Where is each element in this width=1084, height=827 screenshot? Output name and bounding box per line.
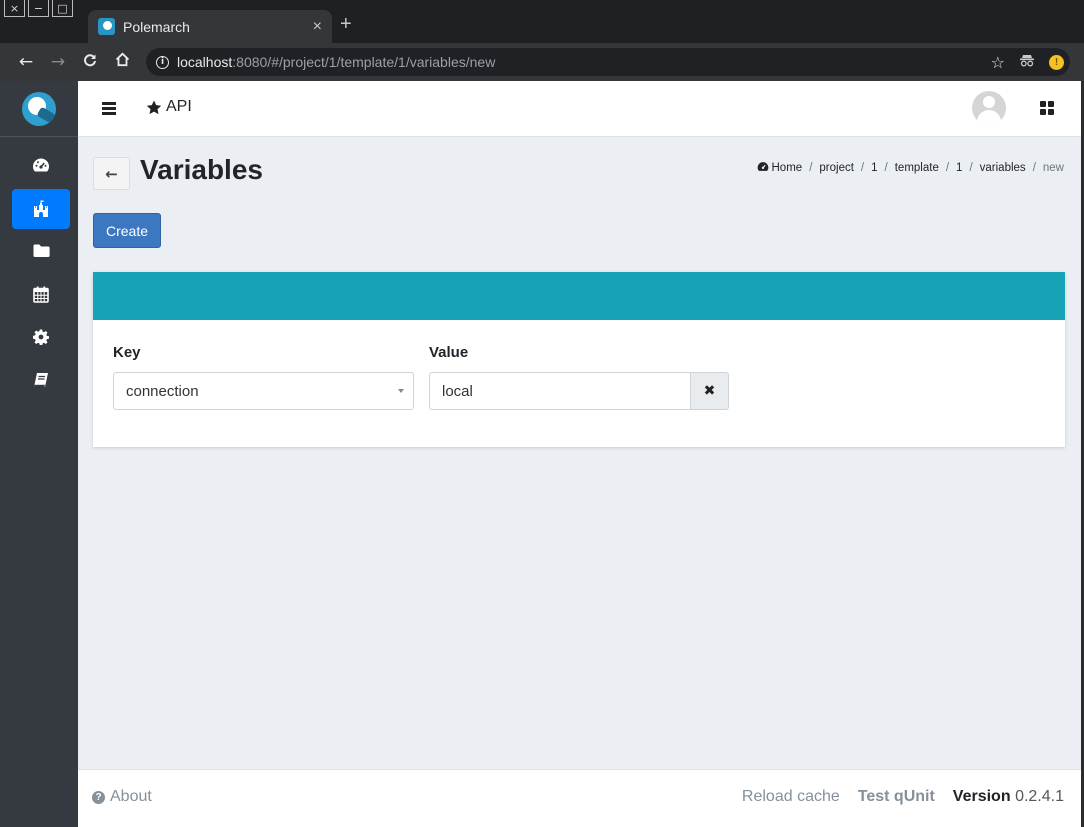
castle-icon — [34, 200, 48, 217]
tab-close-icon[interactable]: × — [313, 18, 322, 36]
apps-grid-icon[interactable] — [1040, 101, 1054, 115]
version-info: Version 0.2.4.1 — [953, 788, 1064, 806]
sidebar — [0, 81, 78, 827]
page-title: Variables — [140, 154, 263, 185]
window-maximize-button[interactable]: □ — [52, 0, 73, 17]
version-number: 0.2.4.1 — [1015, 788, 1064, 805]
reload-icon[interactable] — [74, 52, 106, 72]
main-content: ← Variables Home / project / 1 / templat… — [78, 137, 1084, 769]
app-container: API ← Variables Home / project / 1 / tem… — [0, 81, 1084, 827]
user-avatar[interactable] — [972, 91, 1006, 125]
sidebar-item-projects[interactable] — [12, 189, 70, 229]
card-header — [93, 272, 1065, 320]
gear-icon — [33, 329, 49, 345]
browser-titlebar: × − □ Polemarch × + — [0, 0, 1084, 43]
value-input-text: local — [442, 382, 473, 400]
back-arrow-icon[interactable]: ← — [10, 52, 42, 72]
book-icon — [34, 373, 48, 387]
forward-arrow-icon[interactable]: → — [42, 52, 74, 72]
menu-toggle-icon[interactable] — [102, 102, 116, 115]
extension-alert-icon[interactable]: ! — [1049, 54, 1064, 70]
browser-tab[interactable]: Polemarch × — [88, 10, 332, 43]
address-bar[interactable]: i localhost:8080/#/project/1/template/1/… — [146, 48, 1070, 76]
browser-toolbar: ← → i localhost:8080/#/project/1/templat… — [0, 43, 1084, 81]
breadcrumb-project[interactable]: project — [819, 162, 854, 174]
site-info-icon[interactable]: i — [156, 55, 169, 69]
polemarch-logo-icon — [22, 91, 56, 126]
dashboard-icon — [33, 158, 49, 172]
sidebar-item-settings[interactable] — [12, 317, 70, 357]
close-icon: ✖ — [703, 383, 716, 399]
breadcrumb-variables[interactable]: variables — [980, 162, 1026, 174]
create-button[interactable]: Create — [93, 213, 161, 248]
sidebar-item-docs[interactable] — [12, 360, 70, 400]
about-label: About — [110, 788, 152, 805]
top-navbar: API — [78, 81, 1084, 137]
tab-title: Polemarch — [123, 18, 190, 35]
footer: ? About Reload cache Test qUnit Version … — [78, 769, 1084, 827]
address-bar-actions: ☆ ! — [991, 48, 1064, 76]
key-label: Key — [113, 344, 141, 361]
sidebar-item-dashboard[interactable] — [12, 145, 70, 185]
home-icon[interactable] — [106, 52, 138, 72]
breadcrumb-home[interactable]: Home — [772, 162, 803, 174]
sidebar-item-calendar[interactable] — [12, 274, 70, 314]
folder-icon — [33, 244, 50, 257]
dashboard-small-icon — [757, 161, 769, 175]
test-qunit-link[interactable]: Test qUnit — [858, 788, 935, 806]
value-label: Value — [429, 344, 469, 361]
variable-form-card: Key connection Value local ✖ — [93, 272, 1065, 447]
brand[interactable] — [0, 81, 78, 137]
breadcrumb-template[interactable]: template — [895, 162, 939, 174]
screen: × − □ Polemarch × + ← → i localhost:8080… — [0, 0, 1084, 827]
window-controls: × − □ — [4, 0, 73, 18]
value-input[interactable]: local — [429, 372, 691, 410]
back-button[interactable]: ← — [93, 157, 130, 190]
dropdown-arrow-icon — [398, 389, 404, 393]
question-circle-icon: ? — [92, 790, 105, 804]
sidebar-item-files[interactable] — [12, 231, 70, 271]
api-link[interactable]: API — [146, 98, 192, 116]
reload-cache-link[interactable]: Reload cache — [742, 788, 840, 806]
new-tab-button[interactable]: + — [340, 13, 352, 36]
breadcrumb-template-id[interactable]: 1 — [956, 162, 962, 174]
url-path: :8080/#/project/1/template/1/variables/n… — [232, 54, 496, 70]
breadcrumb-new: new — [1042, 162, 1064, 174]
clear-value-button[interactable]: ✖ — [690, 372, 729, 410]
calendar-icon — [33, 286, 49, 303]
arrow-left-icon: ← — [105, 164, 118, 183]
polemarch-favicon-icon — [98, 18, 115, 35]
key-select[interactable]: connection — [113, 372, 414, 410]
bookmark-star-icon[interactable]: ☆ — [991, 53, 1005, 72]
url-host: localhost — [177, 54, 233, 70]
window-close-button[interactable]: × — [4, 0, 25, 17]
footer-links: Reload cache Test qUnit Version 0.2.4.1 — [742, 788, 1064, 806]
breadcrumb: Home / project / 1 / template / 1 / vari… — [757, 161, 1064, 175]
star-icon — [146, 100, 162, 114]
window-minimize-button[interactable]: − — [28, 0, 49, 17]
incognito-icon[interactable] — [1019, 53, 1035, 71]
version-label: Version — [952, 788, 1011, 805]
breadcrumb-project-id[interactable]: 1 — [871, 162, 877, 174]
key-select-value: connection — [126, 382, 199, 400]
api-label: API — [166, 98, 192, 115]
about-link[interactable]: ? About — [92, 788, 152, 806]
